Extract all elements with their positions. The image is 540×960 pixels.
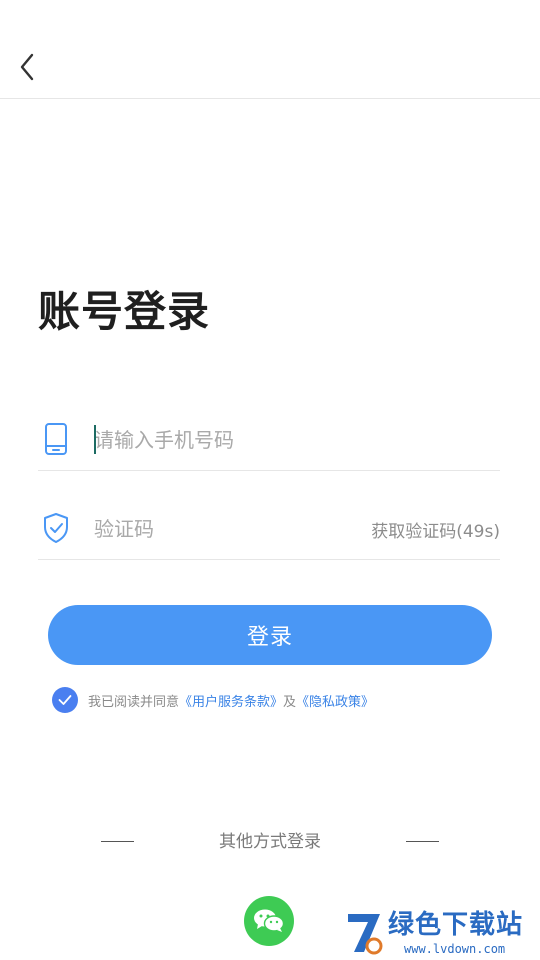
agreement-prefix: 我已阅读并同意 xyxy=(88,694,180,710)
phone-input[interactable] xyxy=(94,422,394,458)
text-caret xyxy=(94,425,96,454)
top-bar xyxy=(0,0,540,99)
divider-line-right xyxy=(406,841,439,842)
terms-link[interactable]: 《用户服务条款》 xyxy=(179,691,283,710)
check-icon xyxy=(58,695,72,705)
agreement-conjunction: 及 xyxy=(283,694,297,710)
code-field: 获取验证码(49s) xyxy=(38,503,500,560)
wechat-login-button[interactable] xyxy=(244,896,294,946)
wechat-icon xyxy=(254,909,285,932)
privacy-link[interactable]: 《隐私政策》 xyxy=(296,691,374,710)
site-watermark: 绿色下载站 www.lvdown.com xyxy=(344,908,540,960)
phone-icon xyxy=(42,422,70,456)
other-login-label: 其他方式登录 xyxy=(219,832,321,852)
watermark-title: 绿色下载站 xyxy=(388,910,524,940)
watermark-url: www.lvdown.com xyxy=(404,942,506,956)
agree-checkbox[interactable] xyxy=(52,687,78,713)
chevron-left-icon xyxy=(20,53,34,81)
phone-field xyxy=(38,414,500,471)
other-login-divider: 其他方式登录 xyxy=(0,830,540,854)
page-title: 账号登录 xyxy=(38,287,211,336)
back-button[interactable] xyxy=(12,50,42,84)
code-input[interactable] xyxy=(94,511,394,547)
get-code-button[interactable]: 获取验证码(49s) xyxy=(371,517,500,542)
shield-check-icon xyxy=(42,511,70,545)
watermark-logo-icon xyxy=(348,914,383,955)
login-button[interactable]: 登录 xyxy=(48,605,492,665)
agreement-row: 我已阅读并同意 《用户服务条款》 及 《隐私政策》 xyxy=(52,687,374,713)
